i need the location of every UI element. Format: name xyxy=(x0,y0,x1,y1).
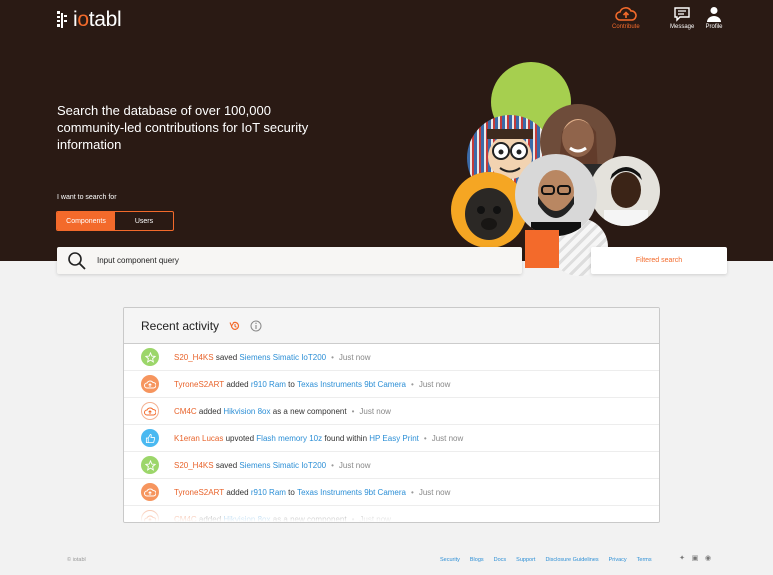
separator-dot: • xyxy=(331,460,334,470)
activity-target-link[interactable]: Texas Instruments 9bt Camera xyxy=(297,380,406,389)
activity-text: saved xyxy=(213,460,240,470)
activity-text: to xyxy=(285,379,298,389)
nav-message[interactable]: Message xyxy=(670,6,694,30)
footer-link-docs[interactable]: Docs xyxy=(494,557,507,563)
info-icon[interactable] xyxy=(250,320,262,332)
history-icon[interactable] xyxy=(229,320,241,332)
footer-link-disclosure-guidelines[interactable]: Disclosure Guidelines xyxy=(545,557,598,563)
logo-mark-icon xyxy=(57,10,71,30)
footer: © iotabl Security Blogs Docs Support Disclos… xyxy=(0,552,773,568)
footer-link-support[interactable]: Support xyxy=(516,557,535,563)
activity-text: found within xyxy=(322,433,370,443)
activity-text: added xyxy=(224,487,251,497)
activity-user-link[interactable]: K1eran Lucas xyxy=(174,434,223,443)
upload-cloud-outline-icon xyxy=(141,402,159,420)
nav-contribute-label: Contribute xyxy=(612,24,640,30)
community-collage-image xyxy=(445,60,670,276)
activity-time: Just now xyxy=(431,433,464,443)
recent-activity-panel: Recent activity S20_H4KS saved Siemens S… xyxy=(123,307,660,523)
activity-item-link[interactable]: Hikvision 8ox xyxy=(223,407,270,416)
footer-link-blogs[interactable]: Blogs xyxy=(470,557,484,563)
nav-profile-label: Profile xyxy=(705,24,723,30)
activity-user-link[interactable]: S20_H4KS xyxy=(174,461,214,470)
activity-row: CM4C added Hikvision 8ox as a new compon… xyxy=(124,398,659,425)
recent-activity-title: Recent activity xyxy=(141,318,220,333)
recent-activity-header: Recent activity xyxy=(124,308,659,344)
star-icon xyxy=(141,348,159,366)
separator-dot: • xyxy=(411,379,414,389)
separator-dot: • xyxy=(331,352,334,362)
activity-time: Just now xyxy=(418,379,451,389)
activity-time: Just now xyxy=(359,406,391,416)
activity-user-link[interactable]: S20_H4KS xyxy=(174,353,214,362)
activity-item-link[interactable]: r910 Ram xyxy=(251,488,286,497)
activity-target-link[interactable]: HP Easy Print xyxy=(369,434,419,443)
activity-row: S20_H4KS saved Siemens Simatic IoT200 • Ju… xyxy=(124,452,659,479)
users-toggle-button[interactable]: Users xyxy=(115,212,173,230)
upload-cloud-icon xyxy=(141,483,159,501)
activity-text: as a new component xyxy=(270,406,347,416)
hero-headline: Search the database of over 100,000 comm… xyxy=(57,103,309,152)
hero-banner: iotabl Contribute Message Profile Search… xyxy=(0,0,773,276)
footer-social: ✦ ▣ ◉ xyxy=(678,555,717,563)
activity-row: TyroneS2ART added r910 Ram to Texas Inst… xyxy=(124,371,659,398)
activity-text: to xyxy=(285,487,298,497)
activity-text: upvoted xyxy=(223,433,257,443)
filtered-search-button[interactable]: Filtered search xyxy=(591,247,727,274)
thumbs-up-icon xyxy=(141,429,159,447)
activity-time: Just now xyxy=(418,487,451,497)
orange-block xyxy=(525,230,559,268)
activity-target-link[interactable]: Texas Instruments 9bt Camera xyxy=(297,488,406,497)
activity-item-link[interactable]: Siemens Simatic IoT200 xyxy=(239,461,326,470)
activity-user-link[interactable]: TyroneS2ART xyxy=(174,380,224,389)
footer-link-privacy[interactable]: Privacy xyxy=(609,557,627,563)
star-icon xyxy=(141,456,159,474)
activity-text: added xyxy=(196,406,224,416)
activity-row: K1eran Lucas upvoted Flash memory 10z fo… xyxy=(124,425,659,452)
scroll-fade xyxy=(124,508,659,522)
footer-copyright: © iotabl xyxy=(67,557,86,563)
separator-dot: • xyxy=(411,487,414,497)
search-type-toggle: Components Users xyxy=(56,211,174,231)
separator-dot: • xyxy=(423,433,427,443)
activity-text: saved xyxy=(213,352,240,362)
activity-user-link[interactable]: CM4C xyxy=(174,407,197,416)
profile-icon xyxy=(707,7,721,22)
activity-row: S20_H4KS saved Siemens Simatic IoT200 • Ju… xyxy=(124,344,659,371)
upload-cloud-icon xyxy=(615,7,637,21)
activity-time: Just now xyxy=(338,352,371,362)
linkedin-icon[interactable]: ▣ xyxy=(691,555,699,563)
iotabl-logo[interactable]: iotabl xyxy=(57,8,122,32)
activity-item-link[interactable]: r910 Ram xyxy=(251,380,286,389)
activity-text: added xyxy=(224,379,251,389)
nav-message-label: Message xyxy=(670,24,695,30)
activity-time: Just now xyxy=(338,460,371,470)
man-portrait xyxy=(590,156,660,226)
twitter-icon[interactable]: ✦ xyxy=(678,555,686,563)
components-toggle-button[interactable]: Components xyxy=(57,212,115,230)
search-icon xyxy=(68,251,86,270)
activity-item-link[interactable]: Siemens Simatic IoT200 xyxy=(239,353,326,362)
activity-user-link[interactable]: TyroneS2ART xyxy=(174,488,224,497)
discord-icon[interactable]: ◉ xyxy=(704,555,712,563)
nav-contribute[interactable]: Contribute xyxy=(612,6,640,30)
activity-item-link[interactable]: Flash memory 10z xyxy=(256,434,322,443)
activity-row: TyroneS2ART added r910 Ram to Texas Inst… xyxy=(124,479,659,506)
footer-links: Security Blogs Docs Support Disclosure Guide… xyxy=(440,557,662,563)
message-icon xyxy=(674,7,690,22)
upload-cloud-icon xyxy=(141,375,159,393)
component-search-box xyxy=(57,247,522,274)
search-type-label: I want to search for xyxy=(57,194,117,201)
logo-text: iotabl xyxy=(73,8,122,31)
footer-link-security[interactable]: Security xyxy=(440,557,460,563)
search-input[interactable] xyxy=(97,256,497,265)
nav-profile[interactable]: Profile xyxy=(705,6,723,30)
activity-list: S20_H4KS saved Siemens Simatic IoT200 • Ju… xyxy=(124,344,659,522)
footer-link-terms[interactable]: Terms xyxy=(637,557,652,563)
separator-dot: • xyxy=(351,406,355,416)
bearded-man-portrait xyxy=(515,154,597,236)
